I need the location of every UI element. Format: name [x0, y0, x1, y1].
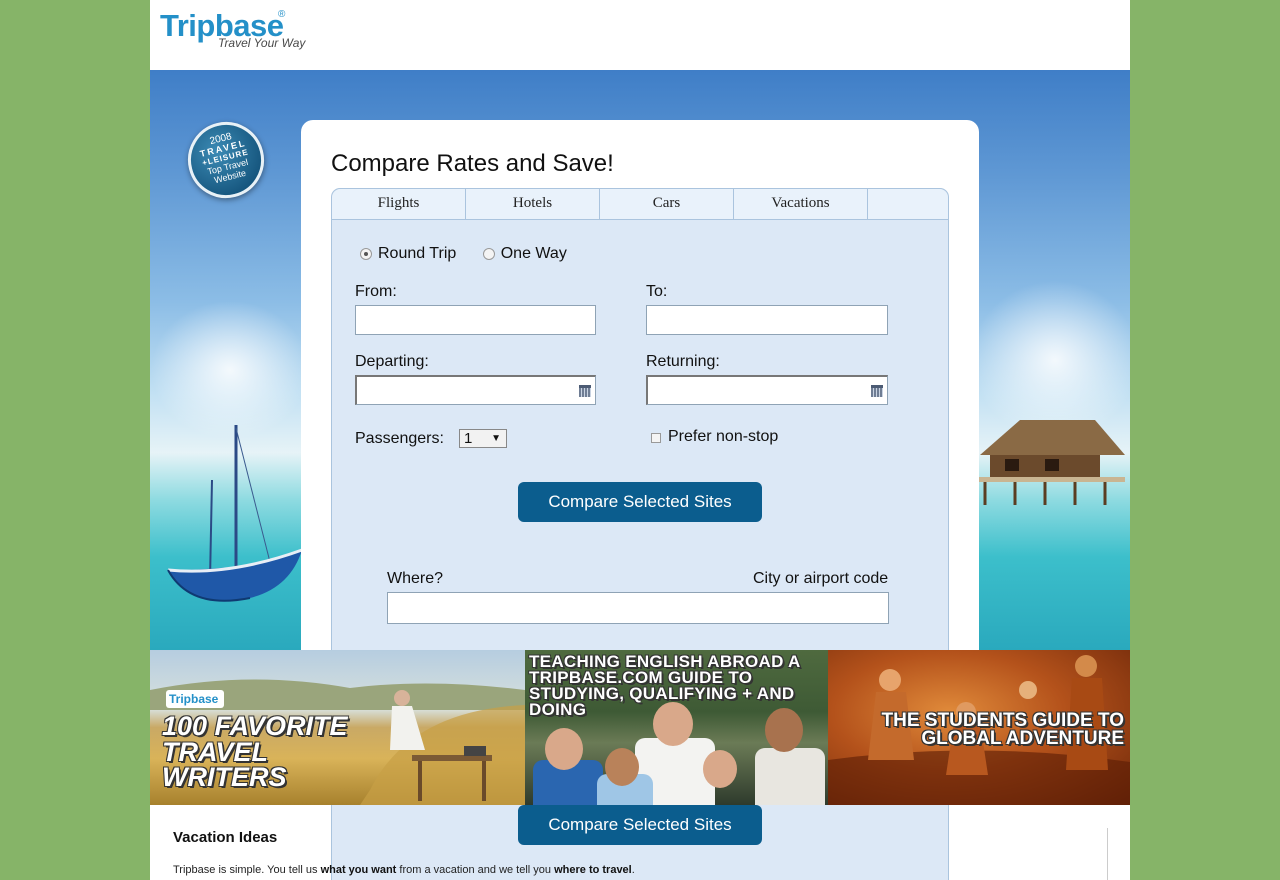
round-trip-radio[interactable] [360, 247, 372, 260]
departing-date-input[interactable] [355, 375, 596, 405]
to-input[interactable] [646, 305, 888, 335]
search-tabs: Flights Hotels Cars Vacations [332, 189, 948, 220]
vacation-text-what: what you want [320, 864, 397, 876]
one-way-label[interactable]: One Way [501, 245, 567, 262]
banner-teaching-english[interactable]: Teaching English Abroad A Tripbase.com G… [525, 650, 828, 805]
banner-students-guide-text: The Students Guide To Global Adventure [881, 710, 1124, 750]
banner-students-guide[interactable]: The Students Guide To Global Adventure [828, 650, 1130, 805]
from-input[interactable] [355, 305, 596, 335]
banner-tripbase-logo: Tripbase [166, 690, 224, 708]
logo-registered-mark: ® [278, 9, 286, 20]
vacation-ideas-heading: Vacation Ideas [173, 829, 278, 846]
student-figure [755, 748, 825, 805]
from-label: From: [355, 283, 397, 300]
vacation-text-3: from a vacation and we tell you [396, 864, 555, 876]
sailboat-illustration [167, 425, 303, 602]
site-header: Tripbase ® Travel Your Way [150, 0, 1130, 70]
banner-travel-writers[interactable]: Tripbase 100 Favorite Travel Writers [150, 650, 525, 805]
vacation-text-where: where to travel [554, 864, 632, 876]
where-hint: City or airport code [753, 570, 889, 587]
returning-label: Returning: [646, 353, 720, 370]
vacation-text-1: Tripbase is simple. You tell us [173, 864, 321, 876]
trip-type-group: Round Trip One Way [360, 245, 567, 263]
nonstop-label[interactable]: Prefer non-stop [668, 428, 778, 446]
passengers-label: Passengers: [355, 430, 444, 447]
sidebar-divider [1107, 828, 1108, 880]
compare-sites-button-bottom[interactable]: Compare Selected Sites [518, 805, 762, 845]
student-face [605, 748, 639, 786]
round-trip-label[interactable]: Round Trip [378, 245, 456, 262]
promo-banners: Tripbase 100 Favorite Travel Writers Tea… [150, 650, 1130, 805]
returning-date-input[interactable] [646, 375, 888, 405]
student-face [703, 750, 737, 788]
one-way-radio[interactable] [482, 247, 495, 260]
dropdown-arrow-icon: ▼ [491, 433, 501, 444]
water-bungalow-illustration [975, 420, 1125, 505]
tab-vacations[interactable]: Vacations [734, 189, 868, 219]
logo-tagline: Travel Your Way [218, 36, 306, 50]
tab-cars[interactable]: Cars [600, 189, 734, 219]
travel-leisure-award-badge: 2008 TRAVEL +LEISURE Top Travel Website [179, 113, 273, 207]
vacation-text-5: . [631, 864, 635, 876]
where-input[interactable] [387, 592, 889, 624]
to-label: To: [646, 283, 668, 300]
tripbase-logo[interactable]: Tripbase ® Travel Your Way [160, 8, 310, 54]
search-title: Compare Rates and Save! [331, 150, 614, 177]
calendar-icon[interactable] [871, 385, 883, 397]
banner-teaching-english-text: Teaching English Abroad A Tripbase.com G… [529, 652, 800, 720]
compare-sites-button[interactable]: Compare Selected Sites [518, 482, 762, 522]
nonstop-checkbox[interactable] [651, 433, 661, 443]
passengers-value: 1 [464, 430, 473, 447]
tab-hotels[interactable]: Hotels [466, 189, 600, 219]
page: Tripbase ® Travel Your Way 2008 TRAVEL +… [150, 0, 1130, 880]
cloud-left [150, 300, 310, 440]
departing-label: Departing: [355, 353, 429, 370]
vacation-ideas-text: Tripbase is simple. You tell us what you… [173, 864, 635, 876]
tab-flights[interactable]: Flights [332, 189, 466, 219]
banner-travel-writers-text: 100 Favorite Travel Writers [162, 711, 348, 793]
student-face [545, 728, 583, 770]
calendar-icon[interactable] [579, 385, 591, 397]
passengers-select[interactable]: 1 ▼ [459, 429, 507, 448]
where-label: Where? [387, 570, 444, 587]
